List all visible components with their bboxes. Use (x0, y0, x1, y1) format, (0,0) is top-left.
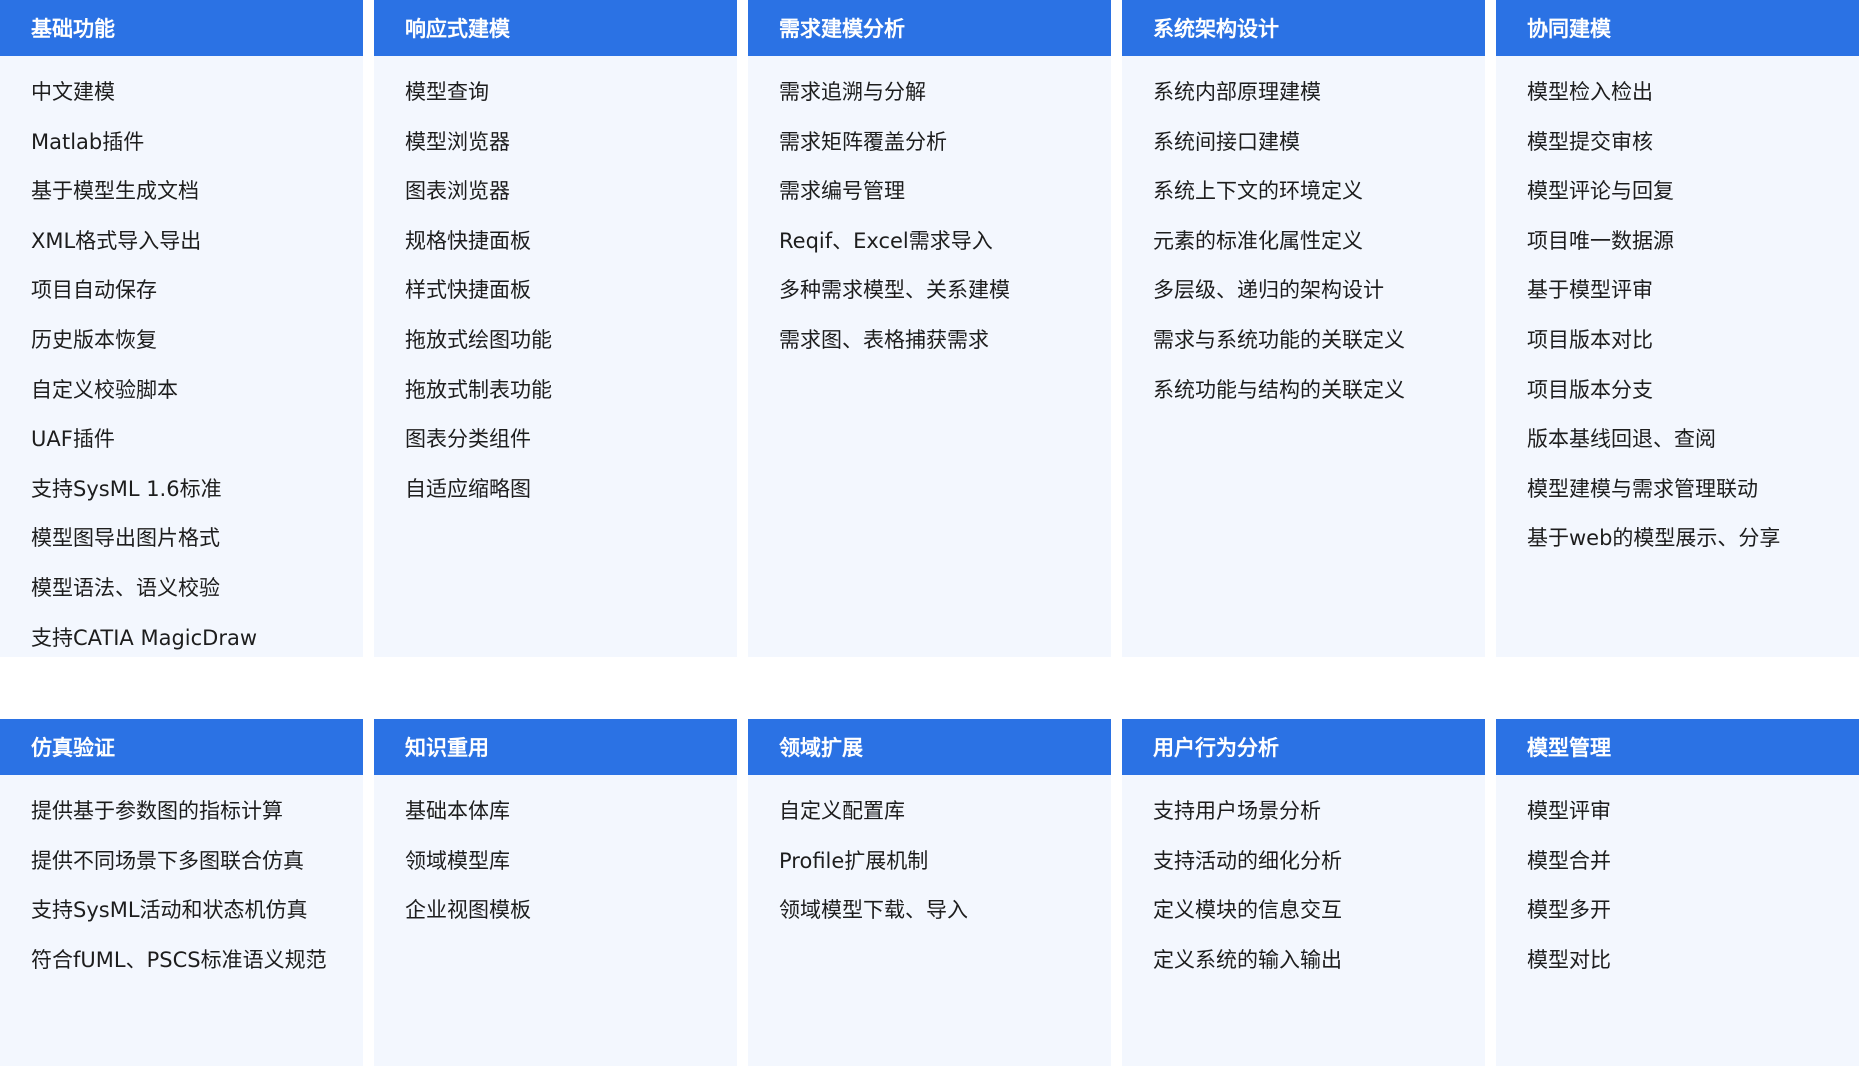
feature-item: 基于web的模型展示、分享 (1527, 526, 1781, 551)
feature-item: 模型建模与需求管理联动 (1527, 476, 1758, 501)
feature-item: 需求编号管理 (779, 179, 905, 204)
feature-list: 模型评审 模型合并 模型多开 模型对比 (1496, 775, 1859, 985)
feature-item: 模型查询 (405, 80, 489, 104)
feature-item: 定义系统的输入输出 (1153, 947, 1342, 972)
panel-requirements-analysis: 需求建模分析 需求追溯与分解 需求矩阵覆盖分析 需求编号管理 Reqif、Exc… (748, 0, 1111, 657)
feature-list: 自定义配置库 Profile扩展机制 领域模型下载、导入 (748, 775, 1111, 936)
feature-item: 支持CATIA MagicDraw (31, 625, 258, 650)
feature-item: 基于模型生成文档 (31, 179, 199, 204)
feature-list: 支持用户场景分析 支持活动的细化分析 定义模块的信息交互 定义系统的输入输出 (1122, 775, 1485, 985)
panel-model-management: 模型管理 模型评审 模型合并 模型多开 模型对比 (1496, 719, 1859, 1066)
feature-item: 领域模型下载、导入 (779, 898, 968, 923)
feature-item: 项目版本分支 (1527, 377, 1653, 402)
feature-item: Matlab插件 (31, 129, 145, 154)
feature-item: 支持用户场景分析 (1153, 799, 1321, 823)
panel-collaborative-modeling: 协同建模 模型检入检出 模型提交审核 模型评论与回复 项目唯一数据源 基于模型评… (1496, 0, 1859, 657)
feature-item: 拖放式制表功能 (405, 377, 552, 402)
feature-item: 中文建模 (31, 80, 115, 104)
feature-item: XML格式导入导出 (31, 228, 202, 253)
feature-row-2: 仿真验证 提供基于参数图的指标计算 提供不同场景下多图联合仿真 支持SysML活… (0, 719, 1861, 1066)
feature-list: 基础本体库 领域模型库 企业视图模板 (374, 775, 737, 936)
feature-item: 模型检入检出 (1527, 80, 1653, 104)
feature-item: 企业视图模板 (405, 898, 531, 923)
feature-item: 模型浏览器 (405, 129, 510, 154)
panel-header: 仿真验证 (0, 719, 363, 775)
feature-item: 需求矩阵覆盖分析 (779, 129, 947, 154)
feature-item: 项目唯一数据源 (1527, 228, 1674, 253)
feature-item: 多层级、递归的架构设计 (1153, 278, 1384, 303)
feature-item: 提供基于参数图的指标计算 (31, 799, 283, 823)
feature-item: 支持SysML活动和状态机仿真 (31, 898, 308, 923)
feature-item: 需求追溯与分解 (779, 80, 926, 104)
feature-row-1: 基础功能 中文建模 Matlab插件 基于模型生成文档 XML格式导入导出 项目… (0, 0, 1861, 657)
panel-domain-extension: 领域扩展 自定义配置库 Profile扩展机制 领域模型下载、导入 (748, 719, 1111, 1066)
panel-header: 响应式建模 (374, 0, 737, 56)
panel-header: 模型管理 (1496, 719, 1859, 775)
panel-basic-features: 基础功能 中文建模 Matlab插件 基于模型生成文档 XML格式导入导出 项目… (0, 0, 363, 657)
feature-item: 定义模块的信息交互 (1153, 898, 1342, 923)
panel-user-behavior-analysis: 用户行为分析 支持用户场景分析 支持活动的细化分析 定义模块的信息交互 定义系统… (1122, 719, 1485, 1066)
feature-item: 多种需求模型、关系建模 (779, 278, 1010, 303)
feature-item: 模型多开 (1527, 898, 1611, 923)
feature-item: 版本基线回退、查阅 (1527, 427, 1716, 452)
feature-item: 项目版本对比 (1527, 327, 1653, 352)
feature-list: 提供基于参数图的指标计算 提供不同场景下多图联合仿真 支持SysML活动和状态机… (0, 775, 363, 985)
feature-item: 自适应缩略图 (405, 476, 531, 501)
feature-item: 样式快捷面板 (405, 278, 531, 303)
panel-header: 用户行为分析 (1122, 719, 1485, 775)
feature-item: 模型对比 (1527, 947, 1611, 972)
panel-header: 协同建模 (1496, 0, 1859, 56)
feature-item: 模型语法、语义校验 (31, 575, 220, 600)
feature-item: 提供不同场景下多图联合仿真 (31, 848, 304, 873)
feature-item: 模型提交审核 (1527, 129, 1653, 154)
feature-item: 基于模型评审 (1527, 278, 1653, 303)
panel-header: 知识重用 (374, 719, 737, 775)
feature-item: 模型图导出图片格式 (31, 526, 220, 551)
feature-item: 系统功能与结构的关联定义 (1153, 377, 1405, 402)
feature-item: 自定义配置库 (779, 799, 905, 823)
feature-item: 系统间接口建模 (1153, 129, 1300, 154)
feature-item: 项目自动保存 (31, 278, 157, 303)
feature-item: 自定义校验脚本 (31, 377, 178, 402)
feature-item: Reqif、Excel需求导入 (779, 228, 993, 253)
feature-item: 支持SysML 1.6标准 (31, 476, 222, 501)
feature-item: 系统上下文的环境定义 (1153, 179, 1363, 204)
feature-item: 基础本体库 (405, 799, 510, 823)
panel-header: 系统架构设计 (1122, 0, 1485, 56)
panel-header: 需求建模分析 (748, 0, 1111, 56)
feature-list: 模型查询 模型浏览器 图表浏览器 规格快捷面板 样式快捷面板 拖放式绘图功能 拖… (374, 56, 737, 514)
feature-item: 领域模型库 (405, 848, 510, 873)
feature-item: UAF插件 (31, 427, 115, 452)
feature-item: 符合fUML、PSCS标准语义规范 (31, 947, 327, 972)
feature-item: 模型评审 (1527, 799, 1611, 823)
feature-item: Profile扩展机制 (779, 848, 929, 873)
feature-item: 历史版本恢复 (31, 327, 157, 352)
feature-item: 需求图、表格捕获需求 (779, 327, 989, 352)
feature-list: 中文建模 Matlab插件 基于模型生成文档 XML格式导入导出 项目自动保存 … (0, 56, 363, 663)
feature-list: 系统内部原理建模 系统间接口建模 系统上下文的环境定义 元素的标准化属性定义 多… (1122, 56, 1485, 415)
feature-item: 规格快捷面板 (405, 228, 531, 253)
feature-item: 需求与系统功能的关联定义 (1153, 327, 1405, 352)
feature-item: 支持活动的细化分析 (1153, 848, 1342, 873)
feature-list: 需求追溯与分解 需求矩阵覆盖分析 需求编号管理 Reqif、Excel需求导入 … (748, 56, 1111, 366)
feature-item: 图表浏览器 (405, 179, 510, 204)
panel-knowledge-reuse: 知识重用 基础本体库 领域模型库 企业视图模板 (374, 719, 737, 1066)
panel-simulation-verification: 仿真验证 提供基于参数图的指标计算 提供不同场景下多图联合仿真 支持SysML活… (0, 719, 363, 1066)
panel-responsive-modeling: 响应式建模 模型查询 模型浏览器 图表浏览器 规格快捷面板 样式快捷面板 拖放式… (374, 0, 737, 657)
panel-header: 基础功能 (0, 0, 363, 56)
feature-item: 模型合并 (1527, 848, 1611, 873)
feature-item: 模型评论与回复 (1527, 179, 1674, 204)
feature-item: 元素的标准化属性定义 (1153, 228, 1363, 253)
feature-list: 模型检入检出 模型提交审核 模型评论与回复 项目唯一数据源 基于模型评审 项目版… (1496, 56, 1859, 564)
panel-header: 领域扩展 (748, 719, 1111, 775)
feature-item: 系统内部原理建模 (1153, 80, 1321, 104)
panel-system-architecture: 系统架构设计 系统内部原理建模 系统间接口建模 系统上下文的环境定义 元素的标准… (1122, 0, 1485, 657)
feature-item: 拖放式绘图功能 (405, 327, 552, 352)
feature-item: 图表分类组件 (405, 427, 531, 452)
